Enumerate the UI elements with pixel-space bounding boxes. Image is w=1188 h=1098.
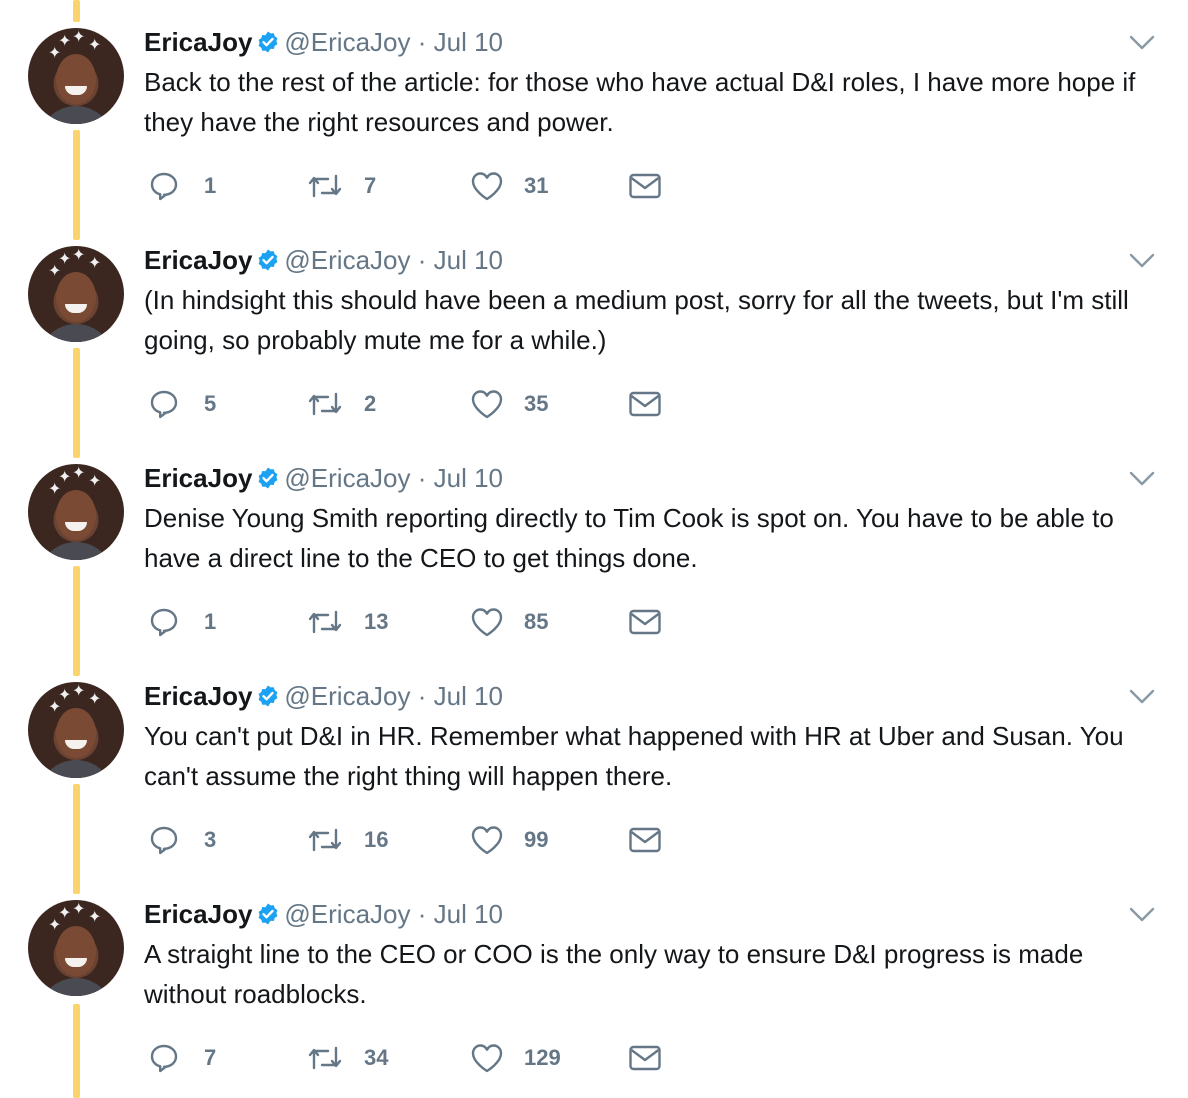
separator: ·	[417, 681, 427, 711]
retweet-count: 2	[364, 391, 377, 416]
reply-count: 7	[204, 1045, 217, 1070]
tweet[interactable]: ✦ ✦ ✦ ✦ EricaJoy @EricaJoy · Jul 10 Back …	[0, 0, 1188, 218]
chevron-down-icon[interactable]	[1128, 688, 1156, 711]
avatar[interactable]: ✦ ✦ ✦ ✦	[28, 464, 124, 560]
avatar[interactable]: ✦ ✦ ✦ ✦	[28, 28, 124, 124]
retweet-count: 13	[364, 609, 389, 634]
tweet-header: EricaJoy @EricaJoy · Jul 10	[144, 26, 503, 61]
separator: ·	[417, 27, 427, 57]
retweet-count: 7	[364, 173, 377, 198]
avatar[interactable]: ✦ ✦ ✦ ✦	[28, 682, 124, 778]
handle[interactable]: @EricaJoy	[284, 681, 410, 711]
avatar[interactable]: ✦ ✦ ✦ ✦	[28, 246, 124, 342]
timestamp[interactable]: Jul 10	[434, 681, 503, 711]
timestamp[interactable]: Jul 10	[434, 245, 503, 275]
retweet-count: 34	[364, 1045, 389, 1070]
verified-badge-icon	[256, 683, 280, 715]
like-count: 35	[524, 391, 549, 416]
chevron-down-icon[interactable]	[1128, 906, 1156, 929]
chevron-down-icon[interactable]	[1128, 252, 1156, 275]
tweet[interactable]: ✦ ✦ ✦ ✦ EricaJoy @EricaJoy · Jul 10 A str…	[0, 872, 1188, 1090]
verified-badge-icon	[256, 465, 280, 497]
tweet-header: EricaJoy @EricaJoy · Jul 10	[144, 462, 503, 497]
display-name[interactable]: EricaJoy	[144, 463, 252, 493]
display-name[interactable]: EricaJoy	[144, 681, 252, 711]
retweet-count: 16	[364, 827, 389, 852]
tweet[interactable]: ✦ ✦ ✦ ✦ EricaJoy @EricaJoy · Jul 10 Denis…	[0, 436, 1188, 654]
tweet-header: EricaJoy @EricaJoy · Jul 10	[144, 244, 503, 279]
tweet-text: Denise Young Smith reporting directly to…	[144, 503, 1114, 573]
tweet-text: A straight line to the CEO or COO is the…	[144, 939, 1084, 1009]
tweet-header: EricaJoy @EricaJoy · Jul 10	[144, 898, 503, 933]
tweet-header: EricaJoy @EricaJoy · Jul 10	[144, 680, 503, 715]
reply-count: 1	[204, 609, 217, 634]
display-name[interactable]: EricaJoy	[144, 27, 252, 57]
display-name[interactable]: EricaJoy	[144, 245, 252, 275]
handle[interactable]: @EricaJoy	[284, 245, 410, 275]
reply-count: 3	[204, 827, 217, 852]
reply-count: 5	[204, 391, 217, 416]
like-count: 31	[524, 173, 549, 198]
avatar[interactable]: ✦ ✦ ✦ ✦	[28, 900, 124, 996]
like-count: 129	[524, 1045, 561, 1070]
tweet[interactable]: ✦ ✦ ✦ ✦ EricaJoy @EricaJoy · Jul 10 You c…	[0, 654, 1188, 872]
tweet[interactable]: ✦ ✦ ✦ ✦ EricaJoy @EricaJoy · Jul 10 (In h…	[0, 218, 1188, 436]
chevron-down-icon[interactable]	[1128, 470, 1156, 493]
separator: ·	[417, 245, 427, 275]
tweet-text: (In hindsight this should have been a me…	[144, 285, 1129, 355]
display-name[interactable]: EricaJoy	[144, 899, 252, 929]
verified-badge-icon	[256, 247, 280, 279]
like-count: 85	[524, 609, 549, 634]
timestamp[interactable]: Jul 10	[434, 899, 503, 929]
separator: ·	[417, 463, 427, 493]
verified-badge-icon	[256, 901, 280, 933]
reply-count: 1	[204, 173, 217, 198]
handle[interactable]: @EricaJoy	[284, 899, 410, 929]
verified-badge-icon	[256, 29, 280, 61]
separator: ·	[417, 899, 427, 929]
like-count: 99	[524, 827, 549, 852]
handle[interactable]: @EricaJoy	[284, 463, 410, 493]
chevron-down-icon[interactable]	[1128, 34, 1156, 57]
tweet-text: Back to the rest of the article: for tho…	[144, 67, 1136, 137]
timestamp[interactable]: Jul 10	[434, 463, 503, 493]
handle[interactable]: @EricaJoy	[284, 27, 410, 57]
timestamp[interactable]: Jul 10	[434, 27, 503, 57]
tweet-text: You can't put D&I in HR. Remember what h…	[144, 721, 1124, 791]
